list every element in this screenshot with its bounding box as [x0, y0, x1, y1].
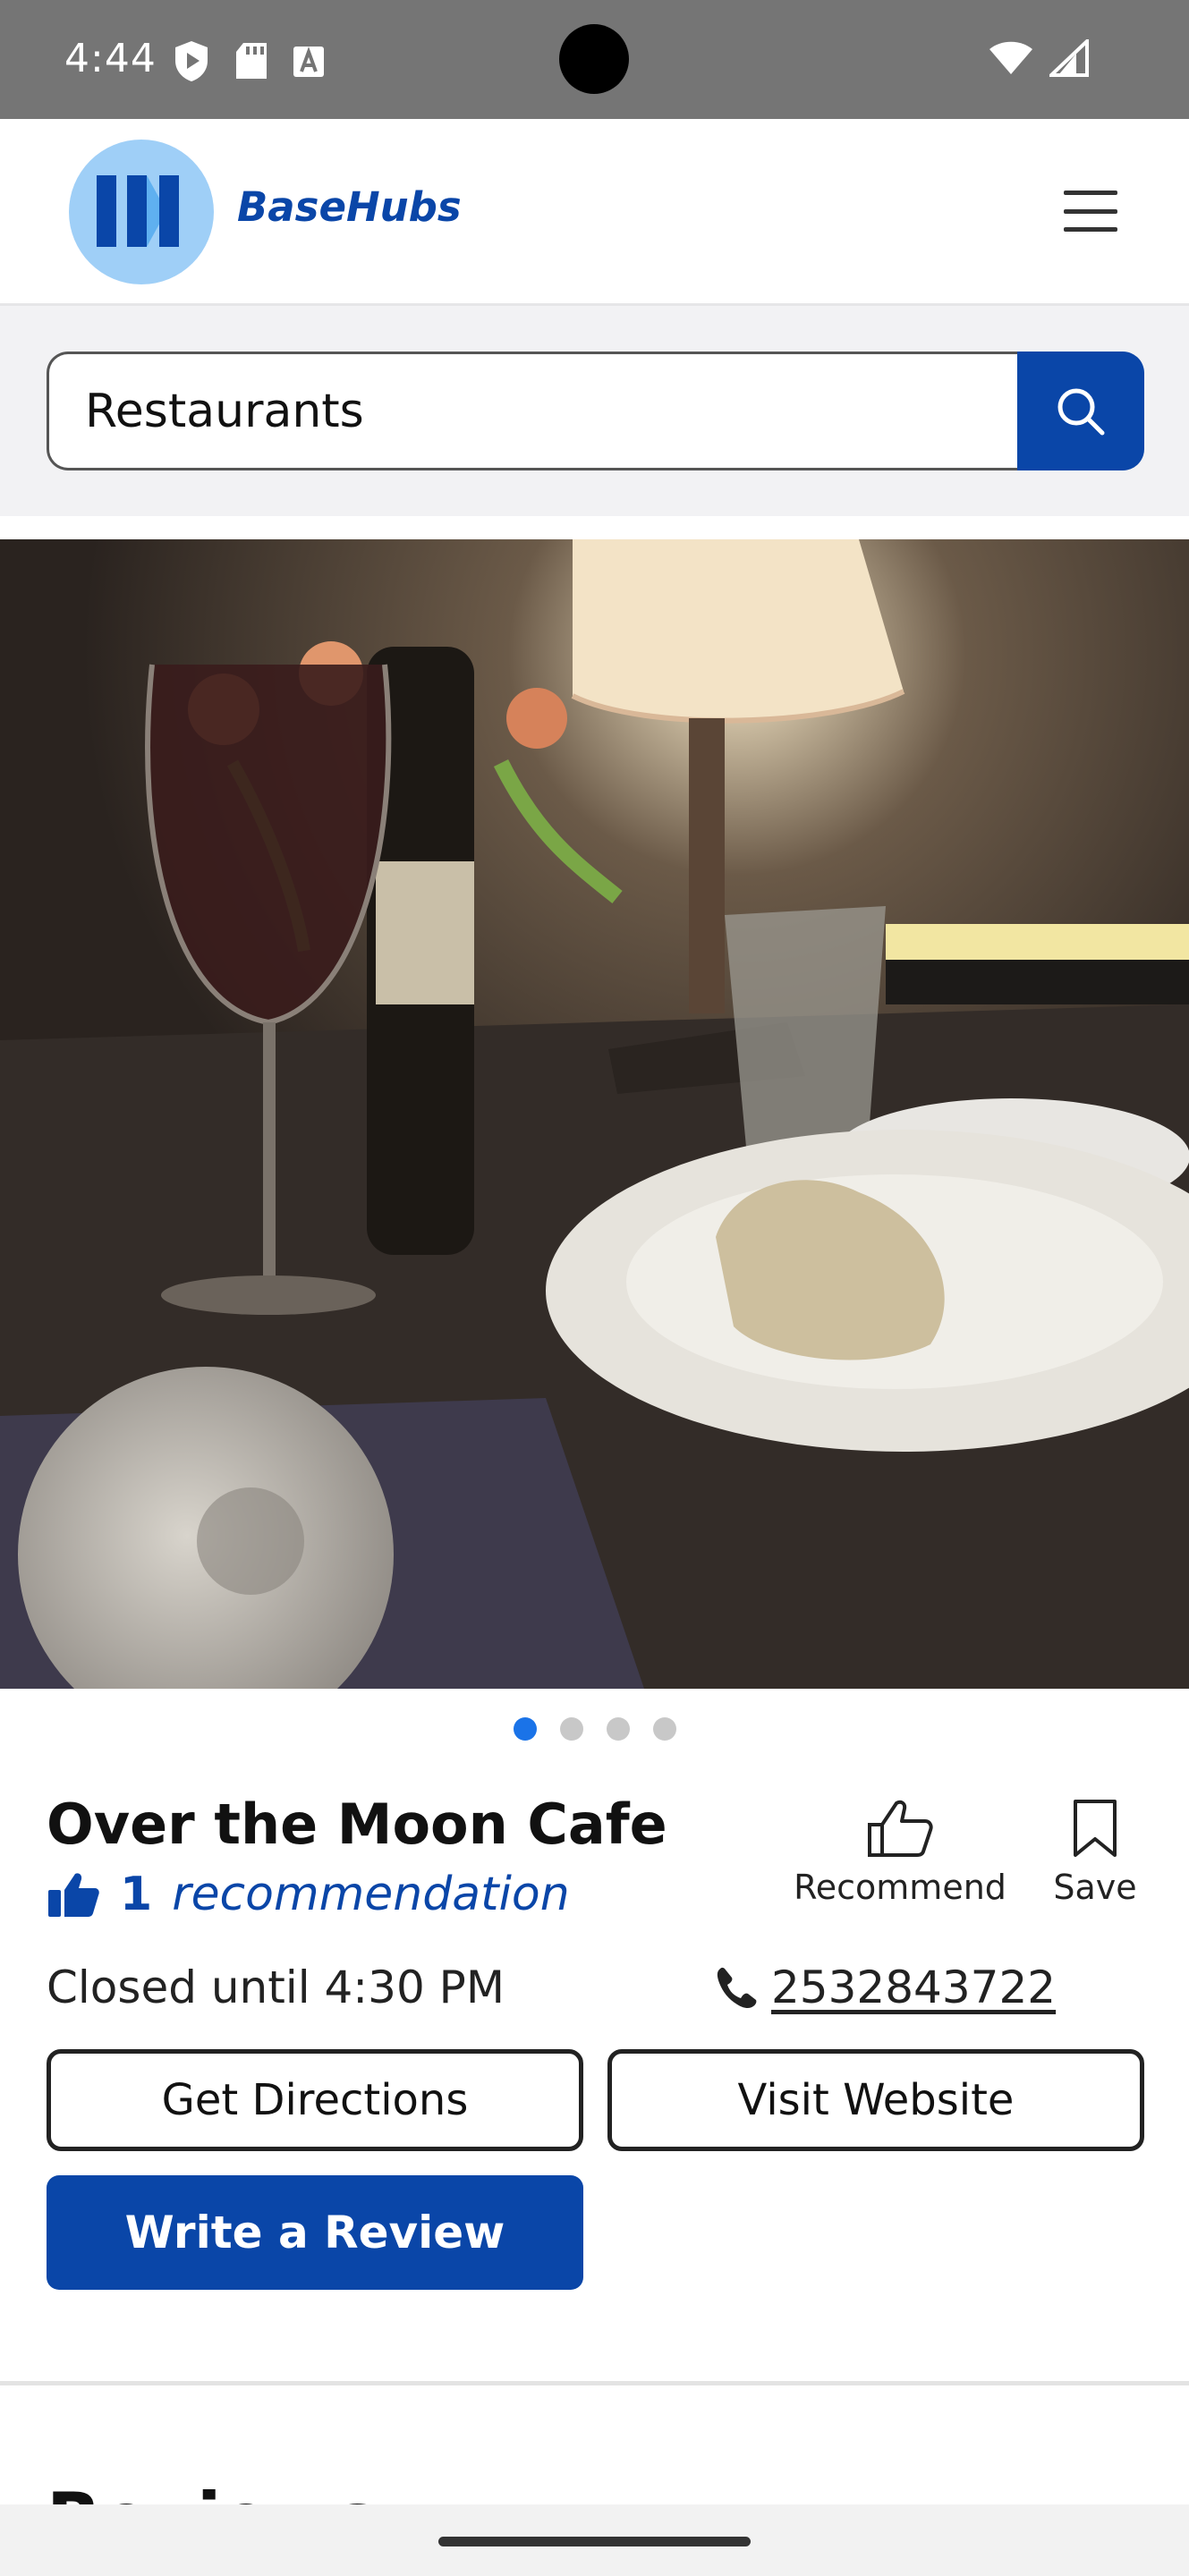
camera-cutout — [559, 24, 629, 94]
section-divider — [0, 2381, 1189, 2385]
cell-signal-icon — [1049, 39, 1089, 77]
write-review-button[interactable]: Write a Review — [47, 2175, 583, 2290]
navigation-bar — [0, 2504, 1189, 2576]
business-hours: Closed until 4:30 PM — [47, 1962, 505, 2013]
app-header: BaseHubs — [0, 119, 1189, 303]
thumbs-up-filled-icon — [48, 1873, 99, 1917]
search-button[interactable] — [1017, 352, 1144, 470]
recommendation-link[interactable]: recommendation — [172, 1868, 570, 1921]
status-icons-left — [172, 39, 327, 82]
hamburger-menu-icon[interactable] — [1064, 191, 1117, 232]
recommend-button[interactable]: Recommend — [794, 1798, 1006, 1907]
carousel-dot-4[interactable] — [652, 1717, 676, 1741]
basehubs-logo-icon — [97, 175, 179, 247]
phone-icon — [717, 1967, 757, 2009]
business-name: Over the Moon Cafe — [47, 1792, 667, 1857]
wifi-icon — [989, 41, 1032, 74]
brand-name[interactable]: BaseHubs — [237, 183, 462, 231]
save-button[interactable]: Save — [1049, 1798, 1142, 1907]
sd-card-icon — [236, 43, 267, 79]
search-input[interactable] — [47, 352, 1017, 470]
search-section — [0, 303, 1189, 516]
carousel-dot-2[interactable] — [559, 1717, 583, 1741]
status-time: 4:44 — [64, 36, 157, 81]
bookmark-icon — [1074, 1800, 1117, 1857]
recommend-label: Recommend — [794, 1868, 1006, 1907]
save-label: Save — [1053, 1868, 1137, 1907]
carousel-dots — [0, 1717, 1189, 1741]
business-photo[interactable] — [0, 539, 1189, 1689]
recommendation-row: 1 recommendation — [47, 1868, 570, 1921]
phone-link[interactable]: 2532843722 — [771, 1962, 1056, 2013]
status-icons-right — [989, 39, 1089, 77]
visit-website-button[interactable]: Visit Website — [607, 2049, 1144, 2151]
get-directions-button[interactable]: Get Directions — [47, 2049, 583, 2151]
search-icon — [1057, 388, 1105, 435]
font-a-icon — [293, 47, 324, 77]
restaurant-table-photo — [0, 539, 1189, 1689]
carousel-dot-1[interactable] — [513, 1717, 537, 1741]
shield-play-icon — [175, 41, 208, 81]
recommendation-count: 1 — [120, 1868, 153, 1921]
carousel-dot-3[interactable] — [606, 1717, 630, 1741]
thumbs-up-outline-icon — [868, 1800, 933, 1857]
phone-row: 2532843722 — [714, 1962, 1056, 2013]
logo[interactable] — [69, 140, 214, 284]
status-bar: 4:44 — [0, 0, 1189, 119]
home-indicator[interactable] — [438, 2537, 751, 2546]
